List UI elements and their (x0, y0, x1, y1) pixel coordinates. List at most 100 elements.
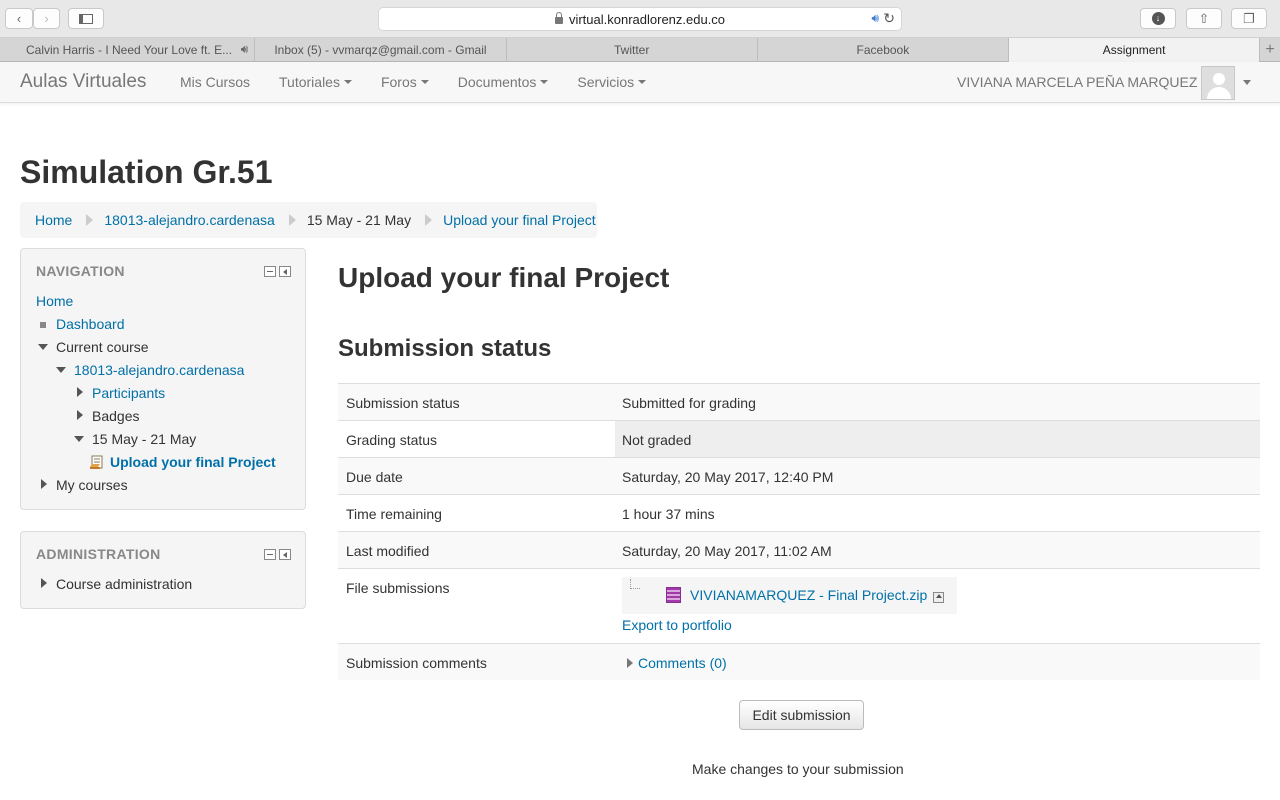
export-to-portfolio-link[interactable]: Export to portfolio (622, 617, 732, 633)
breadcrumb-home[interactable]: Home (35, 212, 72, 228)
avatar[interactable] (1201, 66, 1235, 100)
file-tree: VIVIANAMARQUEZ - Final Project.zip (622, 577, 957, 614)
url-text: virtual.konradlorenz.edu.co (568, 11, 726, 27)
browser-tab[interactable]: Facebook (758, 38, 1009, 62)
nav-link[interactable]: Upload your final Project (110, 454, 276, 470)
dock-icon[interactable] (279, 266, 291, 277)
breadcrumb-week: 15 May - 21 May (306, 212, 412, 228)
nav-link[interactable]: 18013-alejandro.cardenasa (74, 362, 244, 378)
address-bar[interactable]: virtual.konradlorenz.edu.co 🔊︎ ↻ (378, 7, 902, 31)
submission-status-table: Submission status Submitted for grading … (338, 383, 1260, 680)
site-navbar: Aulas Virtuales Mis Cursos Tutoriales Fo… (0, 62, 1280, 103)
sidebar-toggle-button[interactable] (68, 8, 104, 29)
menu-label: Mis Cursos (180, 74, 251, 90)
breadcrumb-activity[interactable]: Upload your final Project (443, 212, 596, 228)
nav-item-activity[interactable]: Upload your final Project (110, 454, 276, 470)
collapsed-icon[interactable] (41, 479, 47, 489)
row-label: Submission comments (346, 655, 487, 671)
block-controls (264, 266, 291, 277)
row-label: Due date (346, 469, 403, 485)
menu-mis-cursos[interactable]: Mis Cursos (180, 74, 250, 90)
breadcrumb-separator-icon (425, 214, 433, 226)
comments-link[interactable]: Comments (0) (638, 655, 727, 671)
browser-tab[interactable]: Inbox (5) - vvmarqz@gmail.com - Gmail (255, 38, 507, 62)
expanded-icon[interactable] (38, 344, 48, 350)
row-label: File submissions (346, 580, 450, 596)
avatar-body (1207, 87, 1231, 99)
collapsed-icon[interactable] (77, 387, 83, 397)
collapsed-icon[interactable] (41, 578, 47, 588)
nav-item-my-courses[interactable]: My courses (56, 477, 128, 493)
nav-item-course-administration[interactable]: Course administration (56, 576, 192, 592)
menu-tutoriales[interactable]: Tutoriales (279, 74, 352, 90)
nav-item-home[interactable]: Home (36, 293, 73, 309)
row-value: Saturday, 20 May 2017, 11:02 AM (622, 543, 832, 559)
menu-label: Documentos (457, 74, 537, 90)
forward-button[interactable]: › (33, 8, 60, 29)
menu-label: Tutoriales (279, 74, 340, 90)
reload-icon[interactable]: ↻ (883, 10, 895, 27)
table-row: File submissions VIVIANAMARQUEZ - Final … (338, 568, 1260, 643)
block-title: NAVIGATION (36, 263, 125, 279)
dock-icon[interactable] (279, 549, 291, 560)
browser-tab-bar: Calvin Harris - I Need Your Love ft. E..… (0, 38, 1280, 62)
menu-foros[interactable]: Foros (381, 74, 429, 90)
breadcrumb-course[interactable]: 18013-alejandro.cardenasa (104, 212, 274, 228)
share-icon: ⇧ (1198, 10, 1210, 26)
browser-toolbar: ‹ › virtual.konradlorenz.edu.co 🔊︎ ↻ ↓ ⇧… (0, 0, 1280, 38)
nav-label: My courses (56, 477, 128, 493)
activity-title: Upload your final Project (338, 262, 670, 293)
expanded-icon[interactable] (56, 367, 66, 373)
nav-item-participants[interactable]: Participants (92, 385, 165, 401)
downloads-button[interactable]: ↓ (1140, 8, 1176, 29)
user-name[interactable]: VIVIANA MARCELA PEÑA MARQUEZ (957, 74, 1197, 90)
table-row: Submission comments Comments (0) (338, 643, 1260, 680)
nav-item-badges[interactable]: Badges (92, 408, 139, 424)
block-title: ADMINISTRATION (36, 546, 161, 562)
back-button[interactable]: ‹ (5, 8, 33, 29)
nav-label: Badges (92, 408, 140, 424)
comments-toggle[interactable]: Comments (0) (627, 655, 727, 671)
portfolio-export-icon[interactable] (933, 592, 944, 603)
collapse-icon[interactable] (264, 549, 276, 560)
site-brand[interactable]: Aulas Virtuales (20, 71, 146, 93)
nav-label: Course administration (56, 576, 193, 592)
submitted-file-link[interactable]: VIVIANAMARQUEZ - Final Project.zip (690, 587, 927, 603)
nav-item-current-course[interactable]: Current course (56, 339, 149, 355)
submission-status-heading: Submission status (338, 335, 552, 362)
nav-item-week[interactable]: 15 May - 21 May (92, 431, 196, 447)
edit-submission-button[interactable]: Edit submission (739, 700, 864, 730)
collapse-icon[interactable] (264, 266, 276, 277)
nav-link[interactable]: Dashboard (56, 316, 125, 332)
block-controls (264, 549, 291, 560)
browser-tab[interactable]: Twitter (507, 38, 758, 62)
user-menu-caret-icon[interactable] (1243, 80, 1251, 85)
speaker-icon[interactable]: 🔊︎ (241, 42, 249, 57)
menu-documentos[interactable]: Documentos (458, 74, 549, 90)
collapsed-icon[interactable] (77, 410, 83, 420)
new-tab-button[interactable]: + (1260, 38, 1280, 62)
row-value: Submitted for grading (622, 395, 756, 411)
nav-item-dashboard[interactable]: Dashboard (56, 316, 125, 332)
caret-down-icon (540, 80, 549, 85)
nav-item-course[interactable]: 18013-alejandro.cardenasa (74, 362, 244, 378)
menu-servicios[interactable]: Servicios (577, 74, 647, 90)
tabs-icon: ❐ (1243, 10, 1255, 26)
row-value: Not graded (622, 432, 692, 448)
browser-tab-active[interactable]: Assignment (1008, 38, 1261, 62)
table-row: Time remaining 1 hour 37 mins (338, 494, 1260, 531)
nav-label: Current course (56, 339, 149, 355)
breadcrumb: Home 18013-alejandro.cardenasa 15 May - … (20, 202, 597, 238)
nav-link[interactable]: Participants (92, 385, 165, 401)
value-cell-background (615, 421, 1260, 457)
row-label: Submission status (346, 395, 460, 411)
browser-tab[interactable]: Calvin Harris - I Need Your Love ft. E..… (0, 38, 256, 62)
bullet-icon (40, 322, 46, 328)
speaker-icon[interactable]: 🔊︎ (871, 11, 879, 26)
share-button[interactable]: ⇧ (1186, 8, 1222, 29)
tab-label: Inbox (5) - vvmarqz@gmail.com - Gmail (274, 43, 487, 57)
nav-link[interactable]: Home (36, 293, 73, 309)
tabs-overview-button[interactable]: ❐ (1231, 8, 1267, 29)
expanded-icon[interactable] (74, 436, 84, 442)
row-label: Time remaining (346, 506, 442, 522)
